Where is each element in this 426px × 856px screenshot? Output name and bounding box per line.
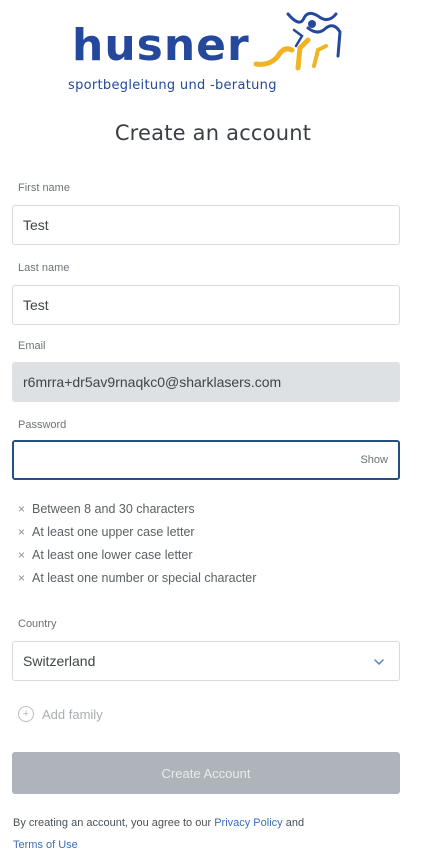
- first-name-label: First name: [18, 182, 70, 194]
- last-name-value: Test: [23, 297, 49, 313]
- legal-and: and: [282, 817, 305, 829]
- privacy-policy-link[interactable]: Privacy Policy: [214, 817, 282, 829]
- add-family-button[interactable]: + Add family: [18, 706, 103, 722]
- terms-of-use-link[interactable]: Terms of Use: [13, 839, 78, 851]
- country-label: Country: [18, 618, 57, 630]
- create-account-button[interactable]: Create Account: [12, 752, 400, 794]
- email-field[interactable]: r6mrra+dr5av9rnaqkc0@sharklasers.com: [12, 362, 400, 402]
- chevron-down-icon: [374, 659, 384, 666]
- password-rule: × At least one number or special characte…: [18, 567, 256, 590]
- close-icon: ×: [18, 548, 26, 562]
- close-icon: ×: [18, 502, 26, 516]
- close-icon: ×: [18, 571, 26, 585]
- password-rule: × At least one lower case letter: [18, 544, 256, 567]
- country-select[interactable]: Switzerland: [12, 641, 400, 681]
- password-rule: × Between 8 and 30 characters: [18, 498, 256, 521]
- last-name-field[interactable]: Test: [12, 285, 400, 325]
- password-rule-text: At least one number or special character: [32, 571, 257, 585]
- brand-logo: husner sportbegleitung und -beratung: [50, 2, 370, 102]
- password-rule-text: At least one upper case letter: [32, 525, 195, 539]
- first-name-field[interactable]: Test: [12, 205, 400, 245]
- legal-prefix: By creating an account, you agree to our: [13, 817, 215, 829]
- add-family-label: Add family: [42, 706, 103, 722]
- email-value: r6mrra+dr5av9rnaqkc0@sharklasers.com: [23, 374, 282, 390]
- page-title: Create an account: [114, 121, 312, 145]
- email-label: Email: [18, 340, 46, 352]
- brand-tagline: sportbegleitung und -beratung: [68, 78, 277, 93]
- brand-wordmark: husner: [72, 20, 250, 71]
- password-rules-list: × Between 8 and 30 characters × At least o…: [18, 498, 256, 590]
- last-name-label: Last name: [18, 262, 70, 274]
- show-password-button[interactable]: Show: [360, 442, 388, 478]
- first-name-value: Test: [23, 217, 49, 233]
- password-label: Password: [18, 419, 67, 431]
- password-rule: × At least one upper case letter: [18, 521, 256, 544]
- athlete-figure-icon: [253, 11, 342, 71]
- plus-circle-icon: +: [18, 706, 34, 722]
- close-icon: ×: [18, 525, 26, 539]
- password-rule-text: Between 8 and 30 characters: [32, 502, 195, 516]
- password-field[interactable]: Show: [12, 440, 400, 480]
- country-value: Switzerland: [23, 653, 96, 669]
- legal-notice: By creating an account, you agree to our…: [13, 812, 413, 856]
- password-rule-text: At least one lower case letter: [32, 548, 193, 562]
